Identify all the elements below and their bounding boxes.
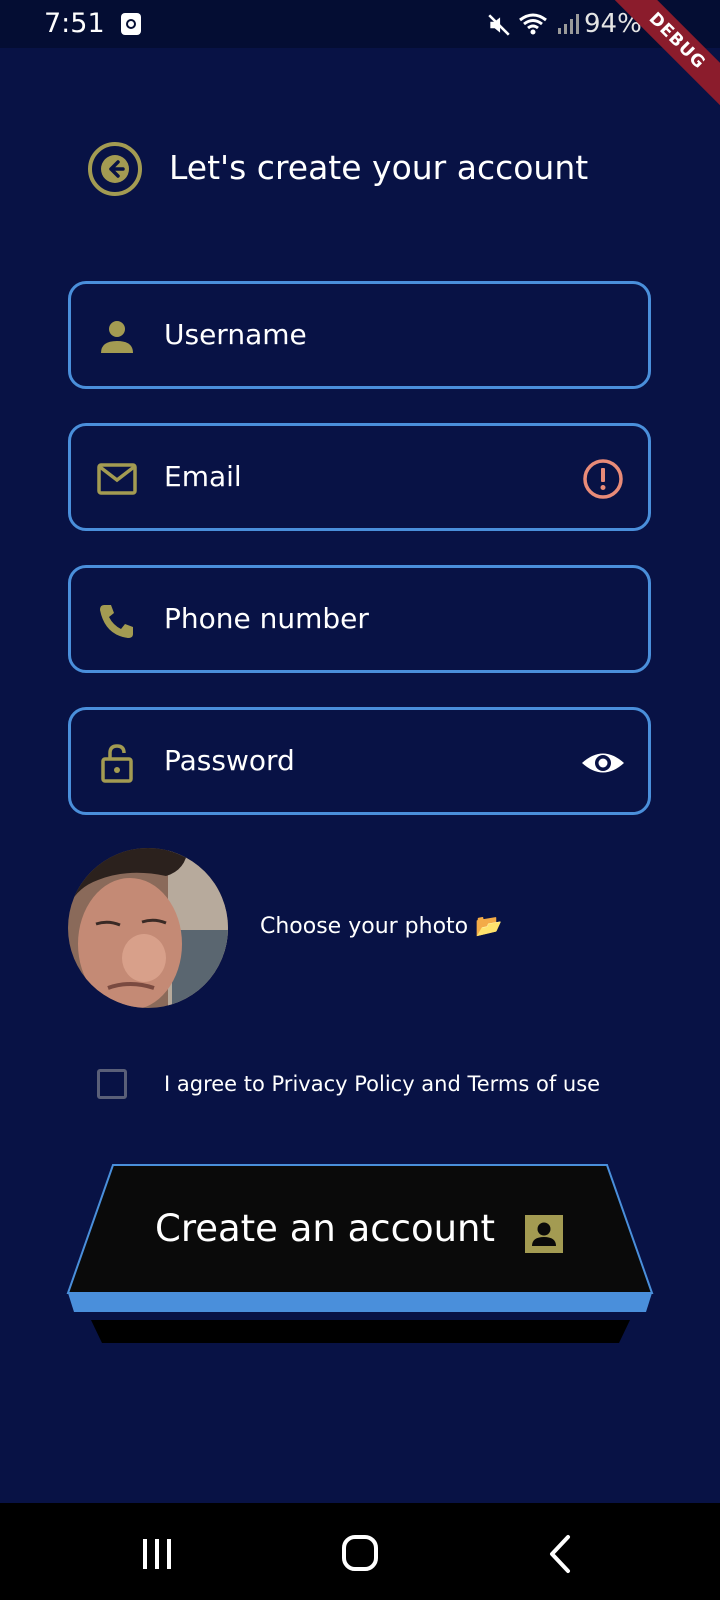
status-bar: 7:51 94% DEBUG <box>0 0 720 119</box>
navigation-bar <box>0 1503 720 1600</box>
avatar-photo <box>68 848 228 1008</box>
phone-icon <box>100 605 133 638</box>
recent-apps-icon[interactable] <box>134 1531 184 1577</box>
phone-placeholder: Phone number <box>164 602 369 635</box>
back-icon[interactable] <box>536 1531 586 1577</box>
username-placeholder: Username <box>164 318 307 351</box>
agree-label: I agree to Privacy Policy and Terms of u… <box>164 1072 601 1096</box>
password-field[interactable]: Password <box>68 707 651 815</box>
person-icon <box>101 321 133 353</box>
arrow-left-circle-icon[interactable] <box>86 140 144 198</box>
choose-photo-label[interactable]: Choose your photo 📂 <box>260 914 503 939</box>
app-notification-icon <box>121 13 141 35</box>
contact-card-icon <box>525 1215 563 1253</box>
create-account-label: Create an account <box>155 1207 495 1250</box>
error-icon <box>583 459 623 499</box>
agree-checkbox[interactable] <box>97 1069 127 1099</box>
password-placeholder: Password <box>164 744 295 777</box>
page-title: Let's create your account <box>169 148 589 187</box>
home-icon[interactable] <box>336 1531 386 1577</box>
wifi-icon <box>519 13 547 35</box>
email-field[interactable]: Email <box>68 423 651 531</box>
username-field[interactable]: Username <box>68 281 651 389</box>
avatar[interactable] <box>68 848 228 1008</box>
signal-icon <box>558 14 579 34</box>
eye-icon[interactable] <box>580 740 626 786</box>
lock-open-icon <box>101 744 133 783</box>
mail-icon <box>97 463 137 495</box>
mute-icon <box>488 14 510 36</box>
email-placeholder: Email <box>164 460 242 493</box>
create-account-button[interactable] <box>66 1163 654 1345</box>
phone-field[interactable]: Phone number <box>68 565 651 673</box>
status-time: 7:51 <box>44 8 105 39</box>
